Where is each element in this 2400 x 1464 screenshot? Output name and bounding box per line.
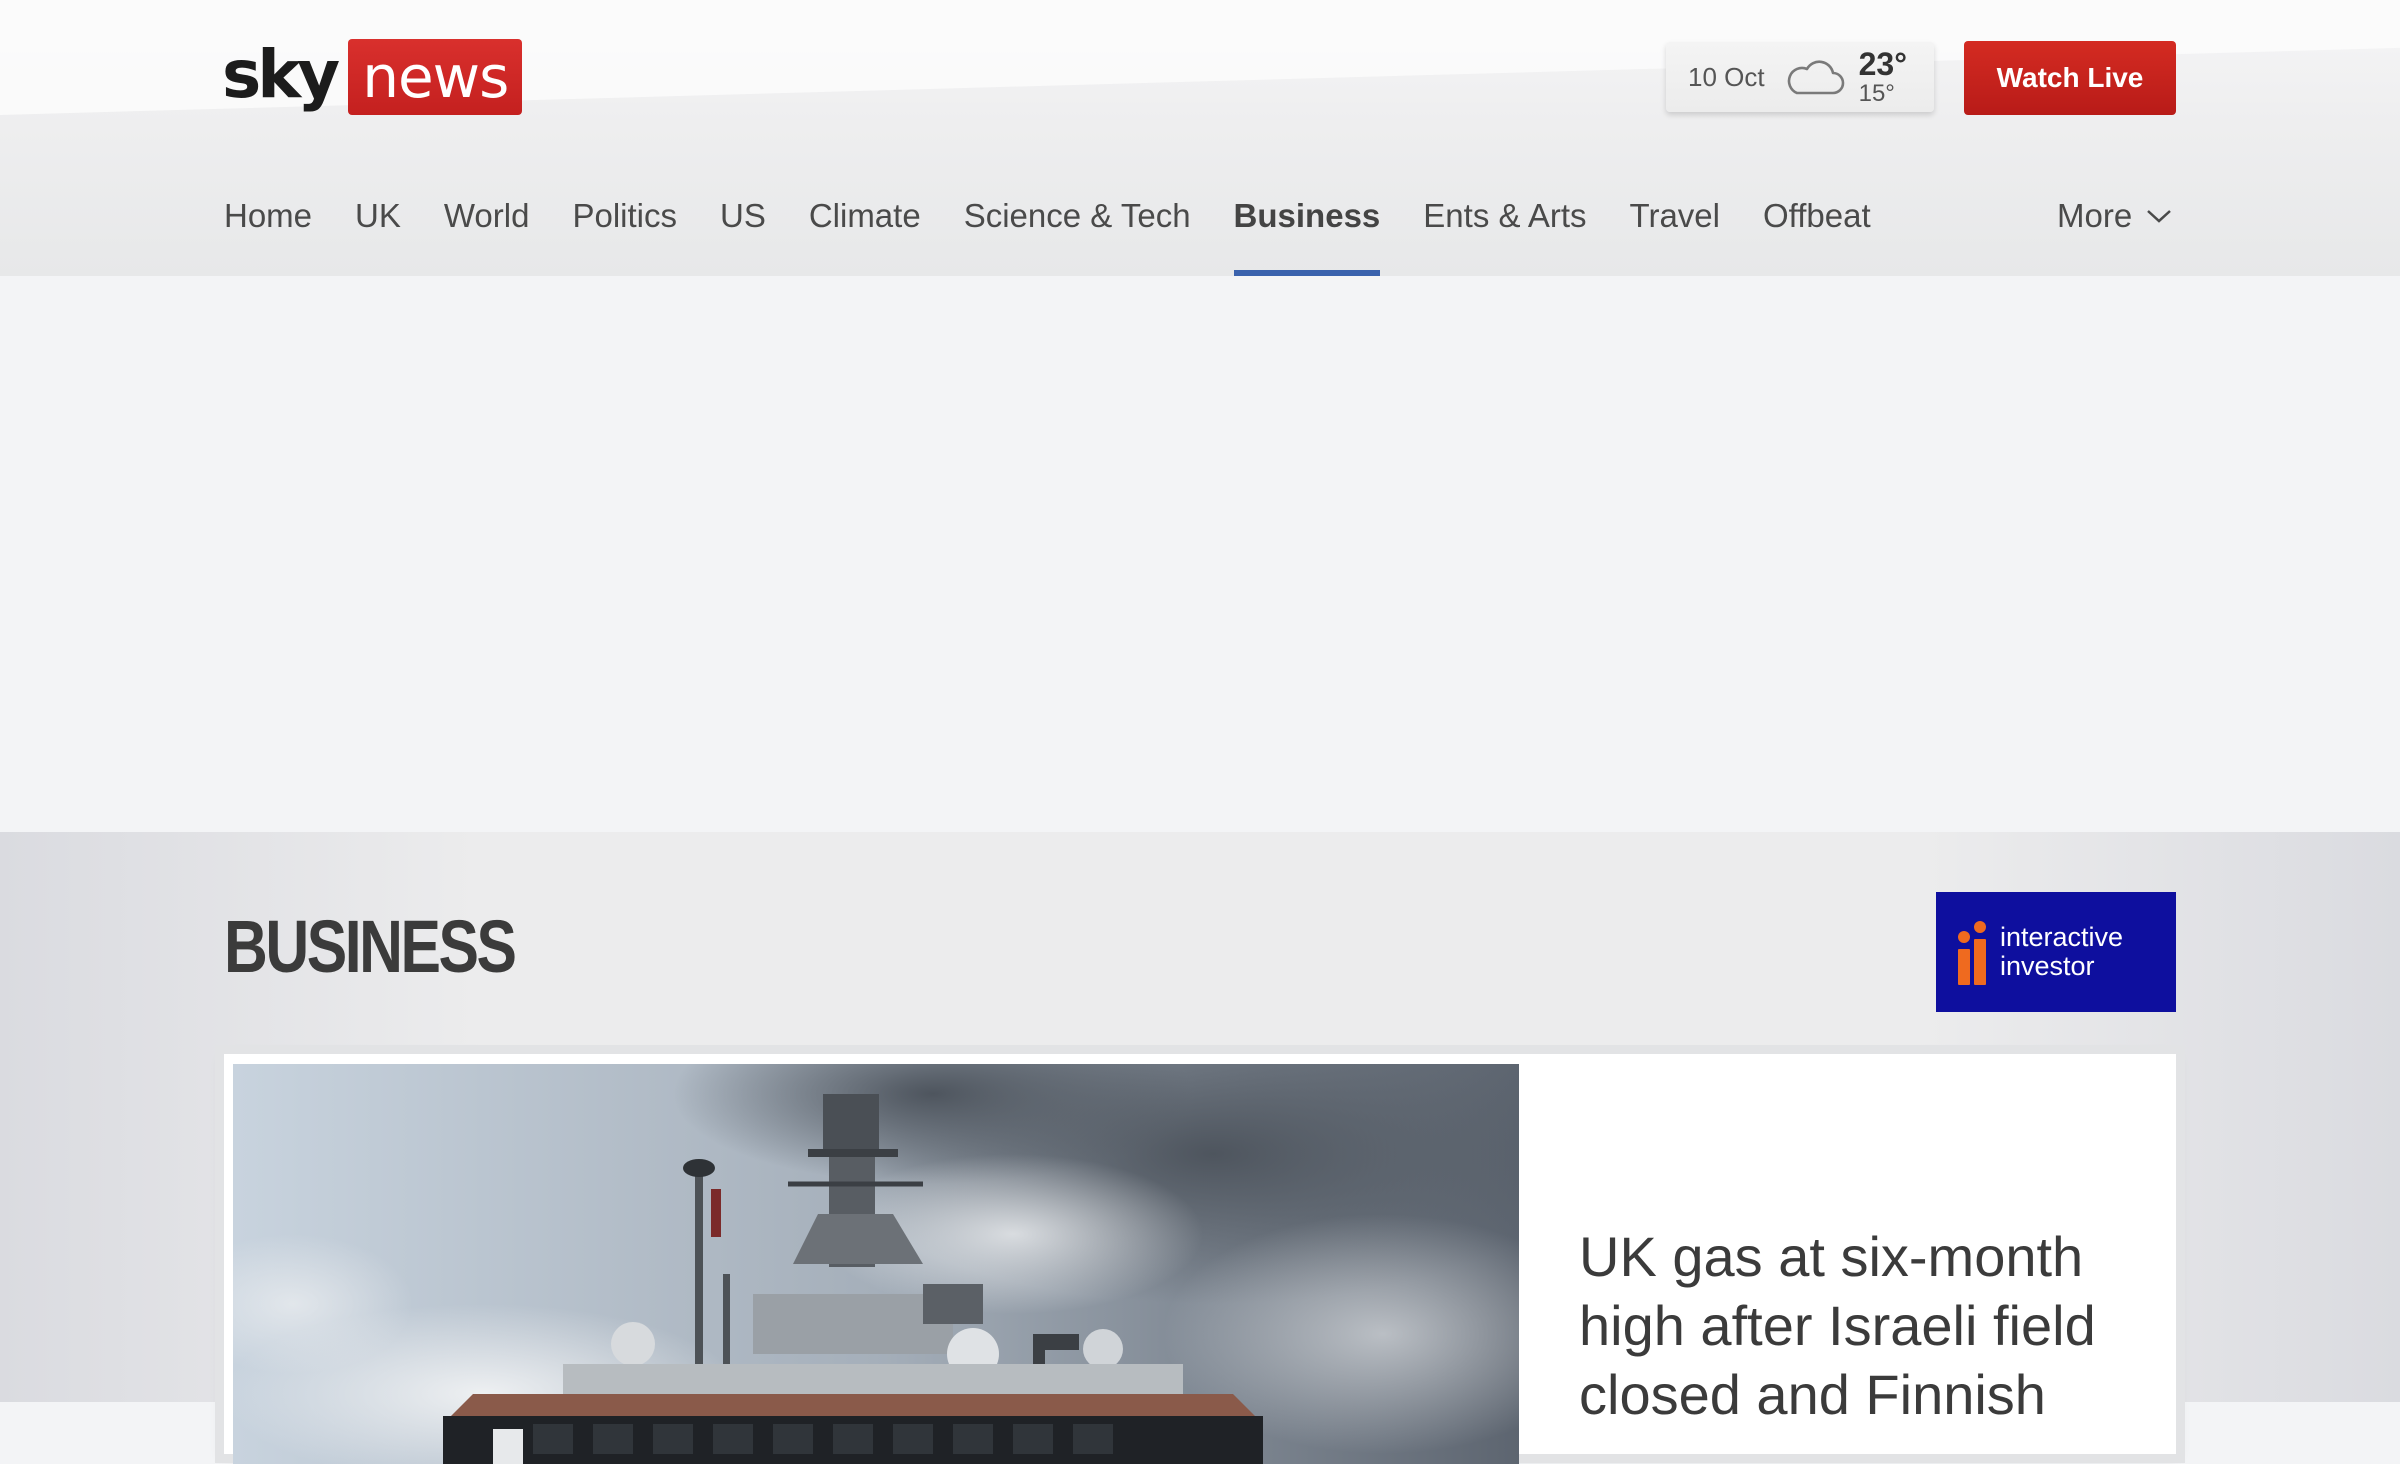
section-title: BUSINESS <box>224 905 517 988</box>
nav-item-ents-arts[interactable]: Ents & Arts <box>1423 190 1586 276</box>
nav-item-us[interactable]: US <box>720 190 766 276</box>
main-nav: Home UK World Politics US Climate Scienc… <box>224 190 1914 276</box>
sponsor-line-1: interactive <box>2000 922 2124 952</box>
temperature-low: 15° <box>1858 80 1895 107</box>
nav-item-travel[interactable]: Travel <box>1630 190 1720 276</box>
nav-item-uk[interactable]: UK <box>355 190 401 276</box>
nav-item-politics[interactable]: Politics <box>572 190 677 276</box>
sky-news-logo[interactable]: sky news <box>222 36 523 116</box>
nav-item-world[interactable]: World <box>444 190 530 276</box>
advert-placeholder <box>0 276 2400 832</box>
nav-item-business[interactable]: Business <box>1233 190 1380 276</box>
logo-sky-text: sky <box>222 36 340 113</box>
weather-temps: 23° 15° <box>1859 48 1907 106</box>
sponsor-mark-bar <box>1958 931 1970 985</box>
more-menu-button[interactable]: More <box>2057 190 2172 242</box>
sponsor-mark-bar <box>1974 921 1986 985</box>
cloud-icon <box>1787 60 1844 95</box>
more-label: More <box>2057 197 2133 234</box>
nav-item-offbeat[interactable]: Offbeat <box>1763 190 1871 276</box>
nav-item-science-tech[interactable]: Science & Tech <box>964 190 1191 276</box>
sponsor-logo[interactable]: interactive investor <box>1936 892 2176 1012</box>
business-section: BUSINESS interactive investor UK gas at … <box>0 832 2400 1464</box>
site-header: sky news 10 Oct 23° 15° Watch Live Home … <box>0 0 2400 276</box>
nav-item-home[interactable]: Home <box>224 190 312 276</box>
ship-photo <box>233 1064 1519 1464</box>
sponsor-text: interactive investor <box>2000 923 2123 981</box>
lead-story-image[interactable] <box>233 1064 1519 1464</box>
weather-date: 10 Oct <box>1688 61 1765 92</box>
lead-story-card[interactable]: UK gas at six-month high after Israeli f… <box>224 1054 2176 1464</box>
lead-story-headline[interactable]: UK gas at six-month high after Israeli f… <box>1579 1222 2149 1429</box>
weather-widget[interactable]: 10 Oct 23° 15° <box>1666 42 1934 112</box>
sponsor-ii-mark <box>1958 919 1990 985</box>
nav-item-climate[interactable]: Climate <box>809 190 921 276</box>
temperature-high: 23° <box>1858 46 1907 82</box>
chevron-down-icon <box>2147 210 2172 223</box>
logo-news-text: news <box>348 39 523 115</box>
watch-live-button[interactable]: Watch Live <box>1964 41 2176 115</box>
sponsor-line-2: investor <box>2000 951 2095 981</box>
